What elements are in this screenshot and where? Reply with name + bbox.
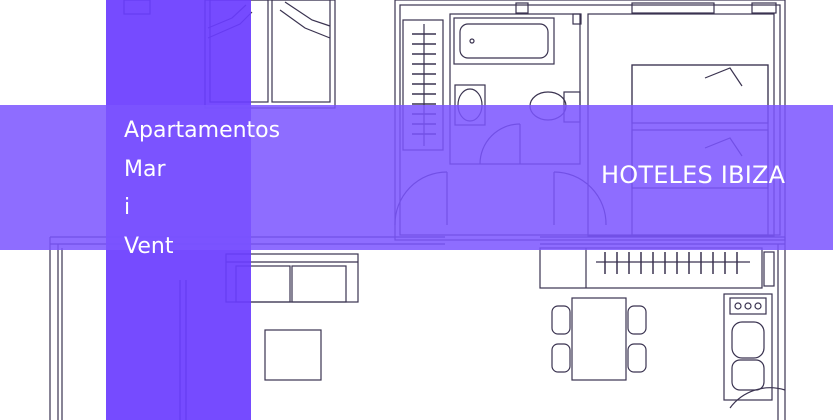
apartment-title[interactable]: Apartamentos Mar i Vent <box>124 112 280 266</box>
title-line: Apartamentos <box>124 118 281 143</box>
title-line: Mar <box>124 156 166 182</box>
title-line: Vent <box>124 233 174 259</box>
title-line: i <box>124 195 131 220</box>
brand-label[interactable]: HOTELES IBIZA <box>601 160 785 190</box>
